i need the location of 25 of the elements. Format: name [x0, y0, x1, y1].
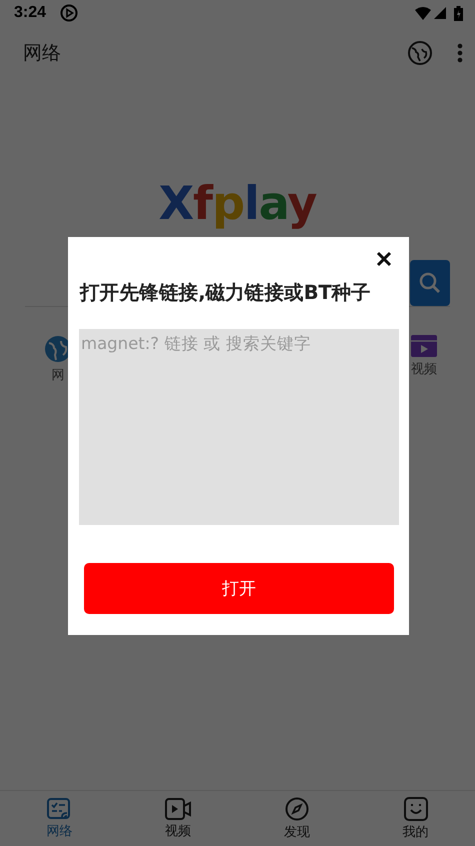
- more-menu-icon[interactable]: [457, 43, 463, 63]
- nav-tab[interactable]: 我的: [356, 791, 475, 846]
- compass-icon: [284, 796, 309, 820]
- video-camera-icon: [165, 798, 192, 820]
- close-icon[interactable]: [376, 251, 392, 267]
- link-input-field[interactable]: magnet:? 链接 或 搜索关键字: [79, 329, 399, 525]
- signal-icon: [434, 7, 446, 19]
- checklist-icon: [47, 798, 72, 820]
- clapperboard-icon[interactable]: [411, 335, 437, 357]
- nav-tab[interactable]: 网络: [0, 791, 119, 846]
- shortcut-label: 网: [52, 367, 64, 384]
- app-logo: Xfplay: [158, 176, 318, 230]
- search-icon: [419, 272, 441, 294]
- dialog-title: 打开先锋链接,磁力链接或BT种子: [80, 280, 372, 306]
- status-time: 3:24: [14, 4, 46, 22]
- app-title: 网络: [23, 41, 62, 66]
- shortcut-label: 视频: [411, 361, 437, 378]
- smiley-icon: [404, 796, 428, 820]
- nav-tab[interactable]: 视频: [118, 791, 238, 846]
- battery-icon: [454, 6, 463, 20]
- open-button[interactable]: 打开: [84, 563, 394, 614]
- nav-tab[interactable]: 发现: [238, 791, 356, 846]
- search-button[interactable]: [410, 260, 450, 306]
- wifi-icon: [415, 6, 431, 20]
- play-circle-icon: [60, 4, 78, 22]
